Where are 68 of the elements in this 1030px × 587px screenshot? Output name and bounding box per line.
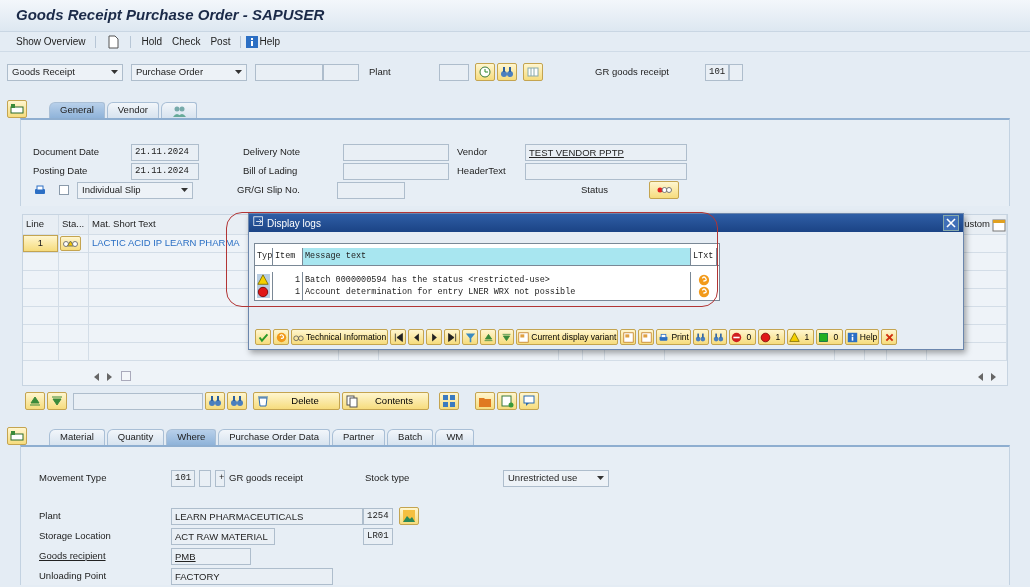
column-header: ustom <box>964 217 990 232</box>
item-number: 1 <box>293 286 300 298</box>
sign-field[interactable]: + <box>215 469 225 487</box>
field-label: Status <box>581 182 609 197</box>
help-button[interactable]: Help <box>245 34 280 49</box>
dialog-title: Display logs <box>267 216 321 231</box>
storage-location-field[interactable]: ACT RAW MATERIAL <box>171 527 275 545</box>
stop-count-button[interactable]: 0 <box>728 329 756 345</box>
tab[interactable]: Material <box>49 429 105 445</box>
field-label: Delivery Note <box>243 144 302 159</box>
movement-type-field[interactable]: 101 <box>171 469 195 487</box>
movement-type-field[interactable]: 101 <box>705 63 729 81</box>
contents-button[interactable]: Contents <box>342 392 429 410</box>
goods-recipient-field[interactable]: PMB <box>171 547 251 565</box>
help-button[interactable]: Help <box>844 329 880 345</box>
stock-type-dropdown[interactable]: Unrestricted use <box>503 469 609 487</box>
field-label: Document Date <box>33 144 100 159</box>
field-label: Storage Location <box>39 528 112 543</box>
error-count-button[interactable]: 1 <box>757 329 785 345</box>
column-header: Line <box>23 215 59 234</box>
field-label: GR goods receipt <box>229 470 304 485</box>
tab[interactable]: Purchase Order Data <box>218 429 330 445</box>
column-header: Message text <box>303 248 691 265</box>
tab[interactable]: Where <box>166 429 217 445</box>
warning-count-button[interactable]: 1 <box>786 329 814 345</box>
technical-information-button[interactable]: Technical Information <box>291 329 389 345</box>
slip-dropdown[interactable]: Individual Slip <box>77 181 193 199</box>
display-variant-button[interactable]: Current display variant <box>516 329 619 345</box>
plant-name-field[interactable]: LEARN PHARMACEUTICALS <box>171 507 363 525</box>
column-header: Typ <box>255 248 273 265</box>
field-label: Stock type <box>365 470 411 485</box>
field-label: GR goods receipt <box>595 64 670 79</box>
tab[interactable]: Vendor <box>106 102 159 118</box>
window-title: Goods Receipt Purchase Order - SAPUSER <box>16 5 325 26</box>
plant-code-field[interactable]: 1254 <box>363 507 393 525</box>
field-label: HeaderText <box>457 163 507 178</box>
tab[interactable]: WM <box>435 429 475 445</box>
field-label: GR/GI Slip No. <box>237 182 301 197</box>
toolbar-button[interactable]: Hold <box>141 34 163 49</box>
unloading-point-field[interactable]: FACTORY <box>171 567 333 585</box>
print-button[interactable]: Print <box>656 329 691 345</box>
storage-code-field[interactable]: LR01 <box>363 527 393 545</box>
tab[interactable]: Batch <box>387 429 434 445</box>
tab[interactable]: General <box>49 102 105 118</box>
field-label: Plant <box>39 508 62 523</box>
field-label: Plant <box>369 64 392 79</box>
reference-dropdown[interactable]: Purchase Order <box>131 63 247 81</box>
toolbar-button[interactable]: Post <box>210 34 231 49</box>
vendor-field[interactable]: TEST VENDOR PPTP <box>525 143 687 161</box>
field-label: Unloading Point <box>39 568 108 583</box>
tab[interactable]: Quantity <box>106 429 165 445</box>
field-label: Bill of Lading <box>243 163 299 178</box>
transaction-dropdown[interactable]: Goods Receipt <box>7 63 123 81</box>
field-label: Vendor <box>457 144 489 159</box>
date-field[interactable]: 21.11.2024 <box>131 162 199 180</box>
message-text: Account determination for entry LNER WRX not possible <box>305 286 577 298</box>
message-text: Batch 0000000594 has the status <restricted-use> <box>305 274 551 286</box>
field-label: Movement Type <box>39 470 108 485</box>
toolbar-button[interactable]: Check <box>172 34 201 49</box>
item-number: 1 <box>293 274 300 286</box>
toolbar-button[interactable]: Show Overview <box>16 34 86 49</box>
tab[interactable]: Partner <box>331 429 386 445</box>
date-field[interactable]: 21.11.2024 <box>131 143 199 161</box>
row-selector[interactable]: 1 <box>23 235 58 252</box>
column-header: Sta... <box>59 215 89 234</box>
delete-button[interactable]: Delete <box>253 392 340 410</box>
field-label: Posting Date <box>33 163 89 178</box>
success-count-button[interactable]: 0 <box>815 329 843 345</box>
